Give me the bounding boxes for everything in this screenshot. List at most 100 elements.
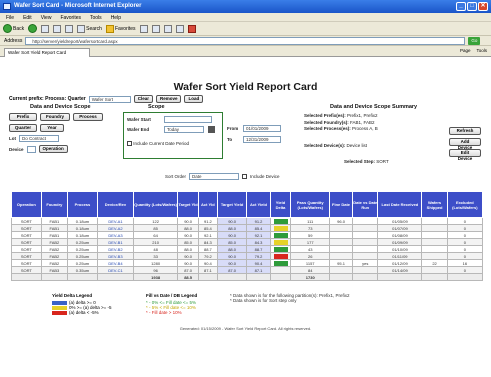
quarter-button[interactable]: Quarter bbox=[9, 124, 37, 132]
table-cell[interactable]: DEV-B3 bbox=[96, 252, 135, 260]
table-header-cell[interactable]: Fine Date bbox=[328, 191, 354, 218]
summary-key-prefix: Selected Prefix(es): bbox=[304, 113, 346, 118]
foundry-button[interactable]: Foundry bbox=[40, 113, 70, 121]
table-cell[interactable]: DEV-A2 bbox=[96, 224, 135, 232]
edit-device-button[interactable]: Edit Device bbox=[449, 149, 481, 161]
table-header-cell[interactable]: Process bbox=[67, 191, 98, 218]
yield-delta-cell bbox=[269, 231, 292, 239]
fill-legend: Fill vs Date / DB Legend * - 0% <= Fill … bbox=[146, 293, 226, 315]
table-cell[interactable]: DEV-B2 bbox=[96, 245, 135, 253]
lot-select[interactable]: Do Contract bbox=[19, 135, 59, 142]
menu-edit[interactable]: Edit bbox=[23, 15, 32, 21]
table-header-cell[interactable]: Pass Quantity (Lots/Wafers) bbox=[290, 191, 330, 218]
table-row: SORT FAB2 0.25um DEV-B2 48 88.0 88.7 88.0 88.7 43… bbox=[11, 245, 484, 253]
history-icon[interactable] bbox=[139, 24, 148, 33]
sort-select[interactable]: Date bbox=[189, 173, 240, 180]
page-content: Wafer Sort Yield Report Card Current pre… bbox=[0, 57, 491, 377]
stop-icon[interactable] bbox=[41, 24, 50, 33]
back-button[interactable]: Back bbox=[3, 24, 24, 33]
table-header-cell[interactable]: Yield Delta bbox=[269, 191, 292, 218]
table-header-cell[interactable]: Foundry bbox=[40, 191, 69, 218]
tab-wafer-sort[interactable]: Wafer Sort Yield Report Card bbox=[4, 48, 90, 57]
calendar-icon[interactable] bbox=[208, 126, 215, 133]
yield-delta-swatch bbox=[273, 225, 288, 231]
table-cell[interactable]: DEV-C1 bbox=[96, 266, 135, 274]
data-device-scope-label: Data and Device Scope bbox=[30, 104, 91, 110]
table-cell[interactable]: DEV-A3 bbox=[96, 231, 135, 239]
yield-delta-cell bbox=[269, 245, 292, 253]
close-button[interactable]: ✕ bbox=[478, 2, 488, 11]
menu-file[interactable]: File bbox=[6, 15, 14, 21]
favorites-button[interactable]: Favorites bbox=[105, 24, 136, 33]
table-cell: 88.0 bbox=[177, 224, 200, 232]
clear-button[interactable]: Clear bbox=[133, 95, 153, 103]
wafer-start-input[interactable] bbox=[164, 116, 212, 123]
table-cell: 0.18um bbox=[67, 224, 98, 232]
table-cell: 96.0 bbox=[328, 217, 354, 225]
include-current-checkbox[interactable]: Include Current Date Period bbox=[127, 141, 221, 147]
device-checkbox[interactable] bbox=[26, 145, 36, 153]
table-header-cell[interactable]: Device/Rev bbox=[96, 191, 135, 218]
year-button[interactable]: Year bbox=[40, 124, 64, 132]
table-header-cell[interactable]: Wafers Shipped bbox=[421, 191, 448, 218]
yield-delta-swatch bbox=[273, 239, 288, 245]
table-header-cell[interactable]: Quantity (Lots/Wafers) bbox=[133, 191, 179, 218]
process-button[interactable]: Process bbox=[73, 113, 103, 121]
ie-app-icon bbox=[3, 3, 11, 10]
maximize-button[interactable]: □ bbox=[467, 2, 477, 11]
table-cell[interactable]: DEV-B1 bbox=[96, 238, 135, 246]
home-icon[interactable] bbox=[65, 24, 74, 33]
table-cell bbox=[328, 245, 354, 253]
table-cell: 90.0 bbox=[177, 259, 200, 267]
address-label: Address bbox=[4, 37, 23, 44]
go-button[interactable]: Go bbox=[468, 36, 481, 45]
prefix-button[interactable]: Prefix bbox=[9, 113, 37, 121]
address-input[interactable]: http://server/yieldreport/wafersortcard.… bbox=[25, 36, 466, 45]
back-arrow-icon bbox=[3, 24, 12, 33]
table-header-cell[interactable]: Act Yield bbox=[246, 191, 271, 218]
table-cell: 01/14/09 bbox=[377, 266, 423, 274]
table-cell[interactable]: DEV-A1 bbox=[96, 217, 135, 225]
table-header-cell[interactable]: Operation bbox=[11, 191, 42, 218]
side-buttons: Refresh Add Device Edit Device bbox=[449, 127, 481, 161]
table-header-cell[interactable]: Act Yld bbox=[198, 191, 218, 218]
load-button[interactable]: Load bbox=[184, 95, 204, 103]
refresh-button[interactable]: Refresh bbox=[449, 127, 481, 135]
remove-button[interactable]: Remove bbox=[155, 95, 182, 103]
table-cell[interactable]: DEV-B4 bbox=[96, 259, 135, 267]
table-cell: 01/09/09 bbox=[377, 238, 423, 246]
total-cell bbox=[446, 273, 484, 281]
table-header-cell[interactable]: Date vs Date Run bbox=[352, 191, 379, 218]
table-total-row: 1938 88.5 1730 bbox=[11, 273, 484, 281]
add-device-button[interactable]: Add Device bbox=[449, 138, 481, 150]
yield-legend-title: Yield Delta Legend bbox=[52, 293, 93, 298]
edit-icon[interactable] bbox=[175, 24, 184, 33]
refresh-icon[interactable] bbox=[53, 24, 62, 33]
table-header-cell[interactable]: Last Date Received bbox=[377, 191, 423, 218]
include-device-checkbox[interactable] bbox=[242, 174, 248, 179]
operation-button[interactable]: Operation bbox=[38, 145, 68, 153]
menu-tools[interactable]: Tools bbox=[90, 15, 102, 21]
table-cell: 85.0 bbox=[216, 238, 248, 246]
table-cell: FAB1 bbox=[40, 231, 69, 239]
print-icon[interactable] bbox=[163, 24, 172, 33]
table-cell bbox=[421, 217, 448, 225]
menu-favorites[interactable]: Favorites bbox=[60, 15, 81, 21]
table-header-cell[interactable]: Target Yld bbox=[177, 191, 200, 218]
wafer-end-input[interactable]: Today bbox=[164, 126, 204, 133]
table-header-cell[interactable]: Target Yield bbox=[216, 191, 248, 218]
minimize-button[interactable]: _ bbox=[456, 2, 466, 11]
menu-view[interactable]: View bbox=[41, 15, 52, 21]
search-button[interactable]: Search bbox=[77, 24, 102, 33]
tools-menu[interactable]: Tools bbox=[476, 48, 487, 53]
table-header-cell[interactable]: Excluded (Lots/Wafers) bbox=[446, 191, 484, 218]
page-menu[interactable]: Page bbox=[460, 48, 471, 53]
menu-help[interactable]: Help bbox=[111, 15, 121, 21]
current-prefix-select[interactable]: Wafer Sort bbox=[88, 95, 131, 103]
to-date-input[interactable]: 12/31/2009 bbox=[243, 136, 281, 143]
messenger-icon[interactable] bbox=[187, 24, 196, 33]
mail-icon[interactable] bbox=[151, 24, 160, 33]
forward-button[interactable] bbox=[28, 24, 38, 33]
from-date-input[interactable]: 01/01/2009 bbox=[243, 125, 281, 132]
table-row: SORT FAB1 0.18um DEV-A1 122 90.0 91.2 90.0 91.2 1… bbox=[11, 217, 484, 225]
